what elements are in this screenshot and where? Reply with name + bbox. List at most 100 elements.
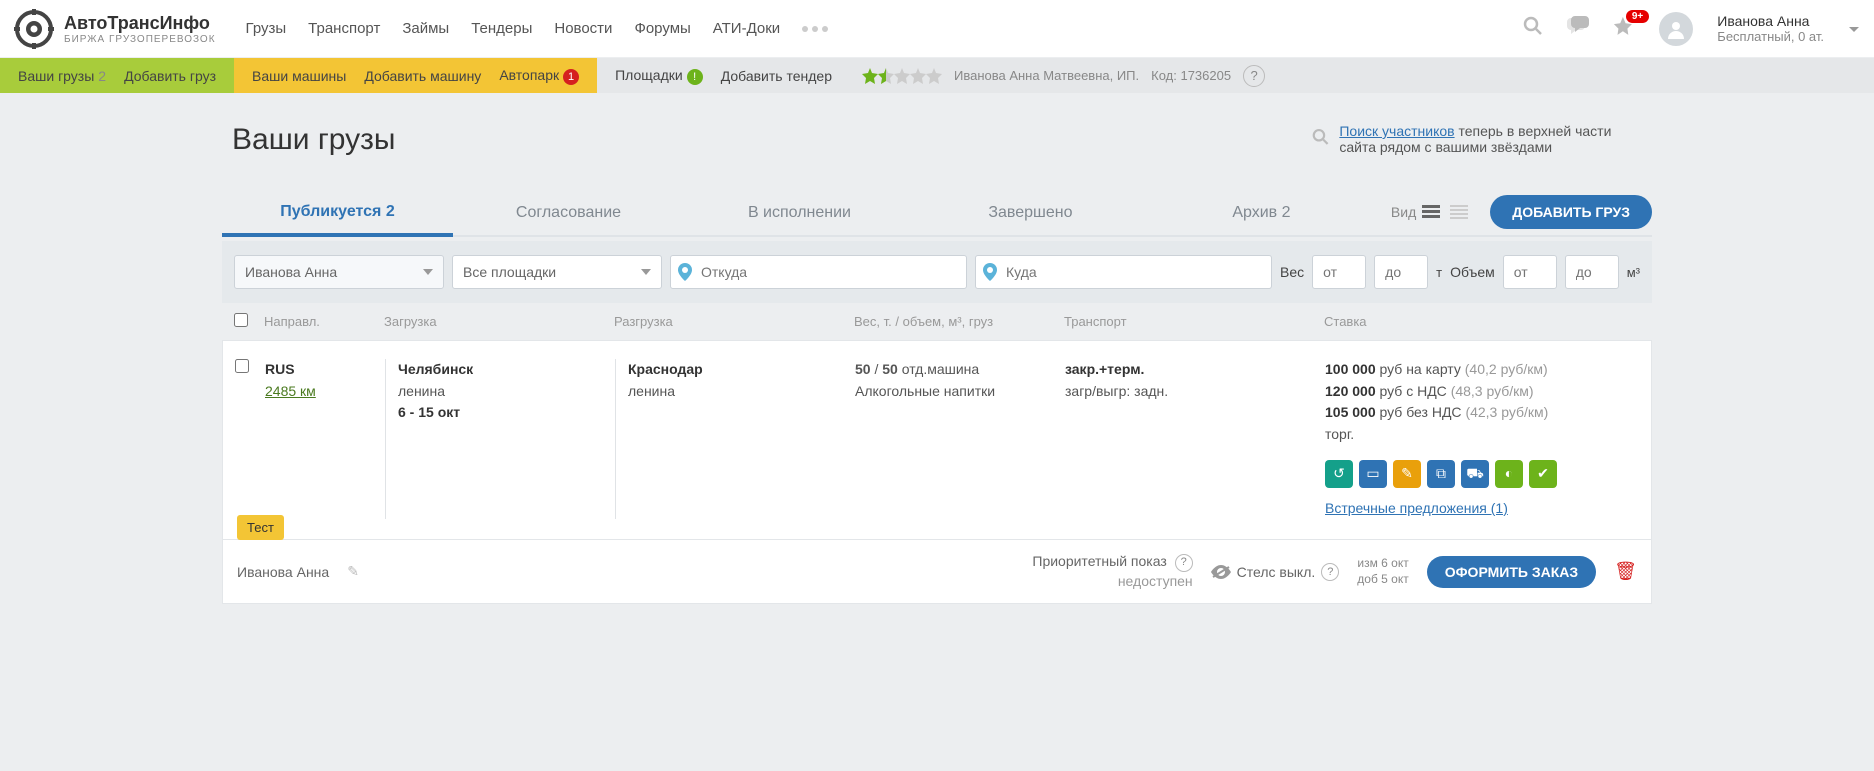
page-content: Ваши грузы Поиск участников теперь в вер… <box>222 93 1652 644</box>
unload-city: Краснодар <box>628 359 855 381</box>
subnav-add-cargo[interactable]: Добавить груз <box>124 68 216 84</box>
nav-loans[interactable]: Займы <box>402 20 449 37</box>
rate1-m: (40,2 руб/км) <box>1465 361 1548 377</box>
shield-icon[interactable]: ✔ <box>1529 460 1557 488</box>
edit-owner-icon[interactable]: ✎ <box>347 563 359 580</box>
subnav-autopark-badge: 1 <box>563 69 579 85</box>
priority-help-icon[interactable]: ? <box>1175 554 1193 572</box>
rate1-t: руб на карту <box>1376 361 1465 377</box>
tab-inwork[interactable]: В исполнении <box>684 190 915 234</box>
chat-icon[interactable] <box>1567 16 1589 42</box>
weight-unit: т <box>1436 265 1442 280</box>
search-icon[interactable] <box>1523 16 1543 42</box>
pin-icon <box>983 263 997 281</box>
edit-icon[interactable]: ✎ <box>1393 460 1421 488</box>
date-added: доб 5 окт <box>1357 572 1408 588</box>
transport-type: закр.+терм. <box>1065 359 1325 381</box>
eye-off-icon[interactable] <box>1211 565 1231 579</box>
profile-name[interactable]: Иванова Анна Матвеевна, ИП. <box>954 68 1139 83</box>
rating-stars[interactable] <box>862 68 942 84</box>
subnav-platforms-badge: ! <box>687 69 703 85</box>
subnav-add-vehicle[interactable]: Добавить машину <box>364 68 481 84</box>
delete-icon[interactable]: 🗑 <box>1614 561 1637 582</box>
view-compact-icon[interactable] <box>1450 205 1468 219</box>
notifications-badge: 9+ <box>1626 10 1649 23</box>
nav-forums[interactable]: Форумы <box>634 20 690 37</box>
subnav-autopark[interactable]: Автопарк <box>499 67 559 83</box>
truck-icon[interactable]: ⛟ <box>1461 460 1489 488</box>
order-button[interactable]: ОФОРМИТЬ ЗАКАЗ <box>1427 556 1596 588</box>
subnav: Ваши грузы2 Добавить груз Ваши машины До… <box>0 58 1874 93</box>
subnav-add-tender[interactable]: Добавить тендер <box>721 68 832 84</box>
main-nav: Грузы Транспорт Займы Тендеры Новости Фо… <box>246 20 829 37</box>
test-tag: Тест <box>237 515 284 540</box>
copy-icon[interactable]: ⧉ <box>1427 460 1455 488</box>
profile-code: Код: 1736205 <box>1151 68 1231 83</box>
avatar[interactable] <box>1659 12 1693 46</box>
rate2-b: 120 000 <box>1325 383 1376 399</box>
col-rate: Ставка <box>1324 314 1640 329</box>
logo-icon <box>14 9 54 49</box>
load-city: Челябинск <box>398 359 615 381</box>
toggle-icon[interactable]: ◐ <box>1495 460 1523 488</box>
subnav-your-cargo[interactable]: Ваши грузы <box>18 68 94 84</box>
chevron-down-icon[interactable] <box>1848 21 1860 37</box>
nav-docs[interactable]: АТИ-Доки <box>713 20 780 37</box>
comment-icon[interactable]: ▭ <box>1359 460 1387 488</box>
volume-from-input[interactable] <box>1503 255 1557 289</box>
weight-from-input[interactable] <box>1312 255 1366 289</box>
logo-subtitle: БИРЖА ГРУЗОПЕРЕВОЗОК <box>64 34 216 45</box>
from-input[interactable] <box>670 255 967 289</box>
nav-more-icon[interactable] <box>802 20 828 37</box>
user-info[interactable]: Иванова Анна Бесплатный, 0 ат. <box>1717 13 1824 44</box>
direction-country: RUS <box>265 359 385 381</box>
grid-head: Направл. Загрузка Разгрузка Вес, т. / об… <box>222 303 1652 340</box>
add-cargo-button[interactable]: ДОБАВИТЬ ГРУЗ <box>1490 195 1652 229</box>
filter-user-select[interactable]: Иванова Анна <box>234 255 444 289</box>
tab-archive[interactable]: Архив 2 <box>1146 190 1377 234</box>
load-dates: 6 - 15 окт <box>398 402 615 424</box>
notifications-icon[interactable]: 9+ <box>1613 16 1635 42</box>
rate2-m: (48,3 руб/км) <box>1451 383 1534 399</box>
help-icon[interactable]: ? <box>1243 65 1265 87</box>
hint-link[interactable]: Поиск участников <box>1339 123 1454 139</box>
subnav-your-vehicles[interactable]: Ваши машины <box>252 68 346 84</box>
row-checkbox[interactable] <box>235 359 249 373</box>
pin-icon <box>678 263 692 281</box>
logo-title: АвтоТрансИнфо <box>64 13 216 34</box>
stealth-help-icon[interactable]: ? <box>1321 563 1339 581</box>
owner-name: Иванова Анна <box>237 564 329 580</box>
rate3-t: руб без НДС <box>1376 404 1466 420</box>
topbar-right: 9+ Иванова Анна Бесплатный, 0 ат. <box>1523 12 1860 46</box>
logo[interactable]: АвтоТрансИнфо БИРЖА ГРУЗОПЕРЕВОЗОК <box>14 9 216 49</box>
tab-publish[interactable]: Публикуется 2 <box>222 189 453 237</box>
card-footer: Иванова Анна ✎ Приоритетный показ ? недо… <box>222 540 1652 603</box>
to-input[interactable] <box>975 255 1272 289</box>
stealth-label: Стелс выкл. <box>1237 564 1316 580</box>
counter-offers-link[interactable]: Встречные предложения (1) <box>1325 498 1508 520</box>
hint-box: Поиск участников теперь в верхней части … <box>1312 123 1642 155</box>
volume-label: Объем <box>1450 264 1495 280</box>
weight-to-input[interactable] <box>1374 255 1428 289</box>
weight-a: 50 <box>855 361 871 377</box>
view-label: Вид <box>1391 204 1416 220</box>
tab-agree[interactable]: Согласование <box>453 190 684 234</box>
select-all-checkbox[interactable] <box>234 313 248 327</box>
distance-link[interactable]: 2485 км <box>265 383 316 399</box>
nav-cargo[interactable]: Грузы <box>246 20 287 37</box>
filter-platform-select[interactable]: Все площадки <box>452 255 662 289</box>
weight-tail: отд.машина <box>902 361 979 377</box>
tab-done[interactable]: Завершено <box>915 190 1146 234</box>
topbar: АвтоТрансИнфо БИРЖА ГРУЗОПЕРЕВОЗОК Грузы… <box>0 0 1874 58</box>
unload-street: ленина <box>628 381 855 403</box>
nav-news[interactable]: Новости <box>554 20 612 37</box>
user-tier: Бесплатный, 0 ат. <box>1717 29 1824 44</box>
view-list-icon[interactable] <box>1422 205 1440 219</box>
priority-label: Приоритетный показ <box>1032 553 1166 569</box>
volume-unit: м³ <box>1627 265 1640 280</box>
refresh-icon[interactable]: ↺ <box>1325 460 1353 488</box>
volume-to-input[interactable] <box>1565 255 1619 289</box>
nav-tenders[interactable]: Тендеры <box>471 20 532 37</box>
subnav-platforms[interactable]: Площадки <box>615 67 683 83</box>
nav-transport[interactable]: Транспорт <box>308 20 380 37</box>
